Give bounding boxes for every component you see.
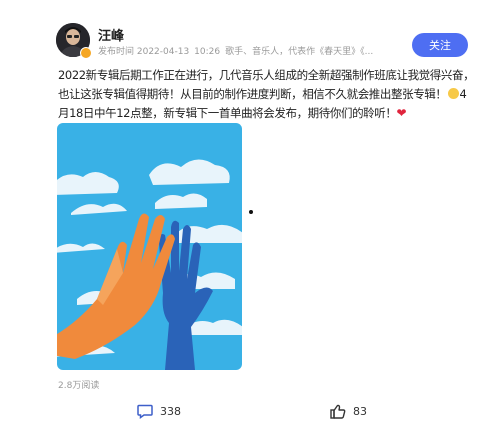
author-name[interactable]: 汪峰 [98, 25, 124, 44]
post-text-line-1: 2022新专辑后期工作正在进行，几代音乐人组成的全新超强制作班底让我觉得兴奋， [58, 68, 475, 82]
verified-badge-icon [80, 47, 92, 59]
follow-button[interactable]: 关注 [412, 33, 468, 57]
heart-emoji-icon: ❤ [396, 106, 407, 120]
post-text-line-3-prefix: 4 [459, 87, 467, 101]
post-text-line-3-wrap: 月18日中午12点整，新专辑下一首单曲将会发布，期待你们的聆听！❤ [58, 104, 470, 123]
comment-count: 338 [160, 405, 181, 418]
thumbs-up-icon [330, 404, 346, 419]
album-cover-illustration [57, 123, 242, 370]
image-cursor-dot [249, 210, 253, 214]
view-count: 2.8万阅读 [58, 381, 100, 391]
comment-icon [137, 404, 153, 419]
post-meta: 发布时间 2022-04-13 10:26 歌手、音乐人，代表作《春天里》《... [98, 44, 388, 57]
smile-emoji-icon [447, 88, 459, 99]
like-count: 83 [353, 405, 367, 418]
like-button[interactable]: 83 [330, 404, 367, 419]
album-cover-image[interactable] [57, 123, 242, 370]
post-text-line-3: 月18日中午12点整，新专辑下一首单曲将会发布，期待你们的聆听！ [58, 106, 397, 120]
publish-time: 10:26 [194, 47, 221, 57]
post-text-line-2-wrap: 也让这张专辑值得期待！从目前的制作进度判断，相信不久就会推出整张专辑！ 4 [58, 85, 470, 104]
post-text: 2022新专辑后期工作正在进行，几代音乐人组成的全新超强制作班底让我觉得兴奋， … [58, 66, 475, 123]
post-text-line-2: 也让这张专辑值得期待！从目前的制作进度判断，相信不久就会推出整张专辑！ [58, 87, 447, 101]
comment-button[interactable]: 338 [137, 404, 181, 419]
publish-date: 发布时间 2022-04-13 [98, 47, 190, 57]
author-description: 歌手、音乐人，代表作《春天里》《... [225, 47, 374, 57]
